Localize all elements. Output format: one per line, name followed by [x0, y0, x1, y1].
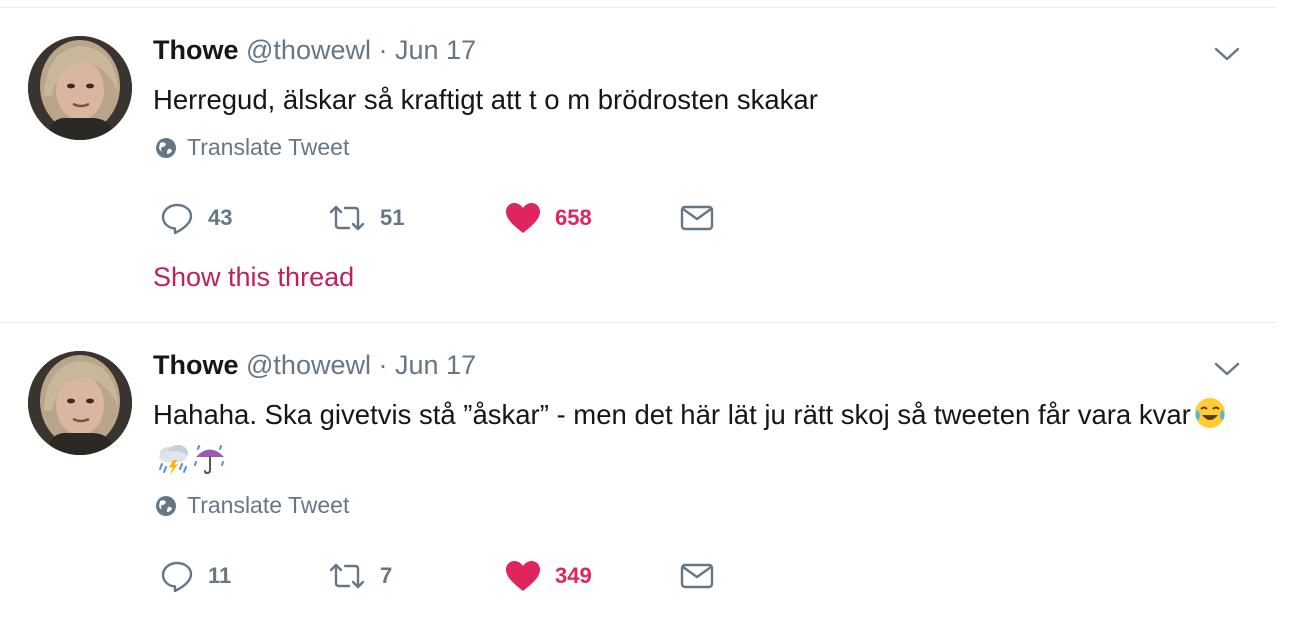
chevron-down-icon[interactable] — [1214, 361, 1240, 377]
chevron-down-icon[interactable] — [1214, 46, 1240, 62]
globe-icon — [156, 137, 176, 158]
like-count: 658 — [555, 205, 592, 230]
retweet-icon — [329, 205, 365, 231]
retweet-button[interactable]: 51 — [328, 198, 404, 238]
separator-dot: · — [378, 35, 388, 65]
retweet-count: 51 — [380, 205, 405, 230]
envelope-icon — [680, 563, 714, 589]
reply-icon — [161, 561, 193, 593]
like-button[interactable]: 349 — [505, 556, 592, 596]
heart-icon — [506, 561, 540, 591]
tweet-text: Herregud, älskar så kraftigt att t o m b… — [153, 84, 818, 115]
like-button[interactable]: 658 — [505, 198, 592, 238]
reply-button[interactable]: 11 — [160, 556, 231, 596]
reply-count: 43 — [208, 205, 233, 230]
show-thread-link[interactable]: Show this thread — [153, 262, 354, 293]
tweet-text-block: Hahaha. Ska givetvis stå ”åskar” - men d… — [153, 395, 1263, 487]
tweet-actions: 43 51 658 — [160, 198, 760, 238]
cloud-with-lightning-and-rain-emoji — [155, 442, 191, 487]
user-fullname[interactable]: Thowe — [153, 350, 239, 380]
globe-icon — [156, 495, 176, 516]
reply-count: 11 — [208, 563, 232, 588]
tweet-feed: Thowe @thowewl · Jun 17 Herregud, älskar… — [0, 0, 1314, 638]
like-count: 349 — [555, 563, 592, 588]
reply-icon — [161, 203, 193, 235]
translate-label: Translate Tweet — [187, 134, 350, 160]
heart-icon — [506, 203, 540, 233]
user-handle[interactable]: @thowewl — [246, 35, 371, 65]
tweet-header: Thowe @thowewl · Jun 17 — [153, 34, 476, 66]
retweet-button[interactable]: 7 — [328, 556, 392, 596]
tweet-date[interactable]: Jun 17 — [395, 35, 476, 65]
tweet[interactable]: Thowe @thowewl · Jun 17 Herregud, älskar… — [0, 7, 1276, 323]
tweet-date[interactable]: Jun 17 — [395, 350, 476, 380]
direct-message-button[interactable] — [680, 198, 714, 238]
tweet[interactable]: Thowe @thowewl · Jun 17 Hahaha. Ska give… — [0, 322, 1276, 638]
face-with-tears-of-joy-emoji — [1193, 396, 1227, 441]
translate-label: Translate Tweet — [187, 492, 350, 518]
reply-button[interactable]: 43 — [160, 198, 232, 238]
umbrella-with-rain-drops-emoji — [193, 442, 227, 487]
envelope-icon — [680, 205, 714, 231]
retweet-icon — [329, 563, 365, 589]
user-fullname[interactable]: Thowe — [153, 35, 239, 65]
direct-message-button[interactable] — [680, 556, 714, 596]
user-handle[interactable]: @thowewl — [246, 350, 371, 380]
avatar[interactable] — [28, 36, 132, 140]
avatar[interactable] — [28, 351, 132, 455]
tweet-text: Hahaha. Ska givetvis stå ”åskar” - men d… — [153, 399, 1191, 430]
tweet-header: Thowe @thowewl · Jun 17 — [153, 349, 476, 381]
separator-dot: · — [378, 350, 388, 380]
tweet-actions: 11 7 349 — [160, 556, 760, 596]
translate-tweet-link[interactable]: Translate Tweet — [155, 134, 349, 161]
translate-tweet-link[interactable]: Translate Tweet — [155, 492, 349, 519]
retweet-count: 7 — [380, 563, 393, 588]
